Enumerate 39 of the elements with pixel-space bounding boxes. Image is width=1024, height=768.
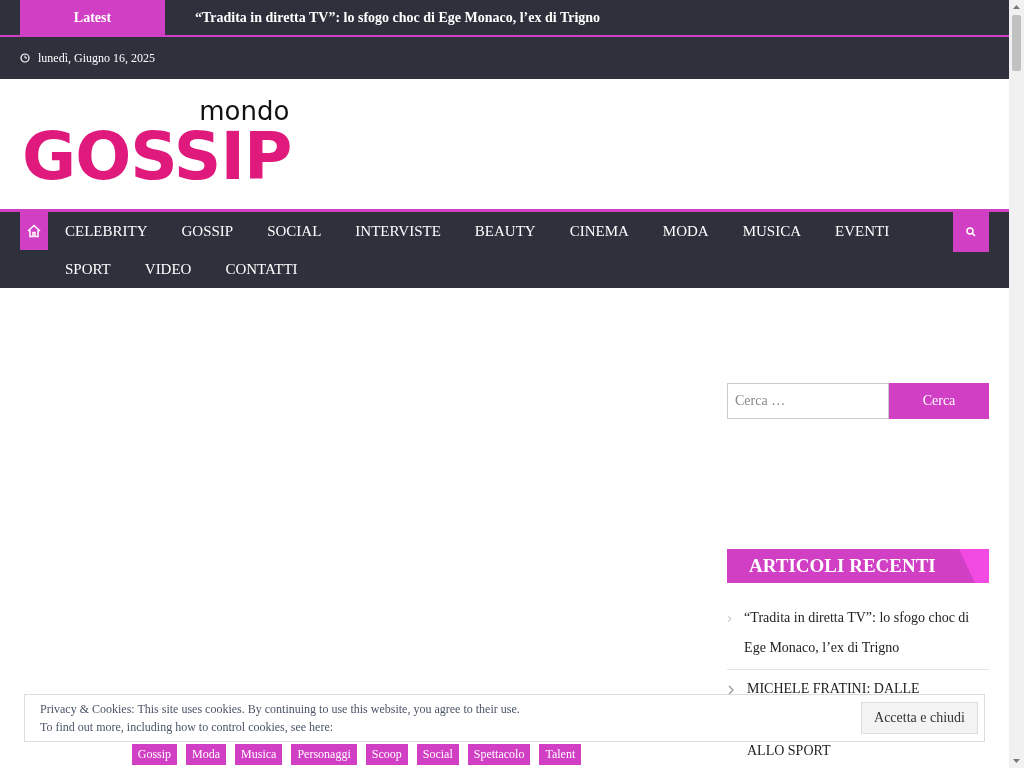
nav-link[interactable]: INTERVISTE [355, 212, 441, 250]
search-icon [966, 227, 976, 237]
scrollbar[interactable] [1009, 0, 1024, 768]
article-link[interactable]: ALLO SPORT [747, 740, 831, 762]
search-button[interactable] [953, 212, 989, 252]
nav-link[interactable]: CONTATTI [225, 250, 298, 288]
nav-link[interactable]: CINEMA [569, 212, 629, 250]
search-field[interactable]: Cerca … [727, 383, 889, 419]
tag-link[interactable]: Gossip [131, 744, 178, 765]
article-link[interactable]: “Tradita in diretta TV”: lo sfogo choc di Ege Monaco, l’ex di Trigno [744, 603, 989, 663]
home-button[interactable] [20, 212, 48, 250]
cookie-notice: Privacy & Cookies: This site uses cookies. By continuing to use this website, you agree to their use. [40, 701, 520, 718]
tag-link[interactable]: Social [416, 744, 459, 765]
nav-link[interactable]: GOSSIP [181, 212, 234, 250]
tag-link[interactable]: Moda [186, 744, 227, 765]
nav-link[interactable]: EVENTI [835, 212, 890, 250]
nav-link[interactable]: SPORT [65, 250, 111, 288]
nav-link[interactable]: MODA [662, 212, 709, 250]
nav-link[interactable]: MUSICA [742, 212, 801, 250]
section-heading: ARTICOLI RECENTI [749, 555, 936, 577]
clock-icon [20, 53, 30, 63]
tag-link[interactable]: Spettacolo [467, 744, 531, 765]
site-logo[interactable]: mondo GOSSIP [22, 98, 292, 190]
cookie-notice: To find out more, including how to control cookies, see here: [40, 719, 335, 736]
current-date: lunedì, Giugno 16, 2025 [38, 50, 155, 66]
home-icon [27, 224, 41, 238]
ticker-headline[interactable]: “Tradita in diretta TV”: lo sfogo choc di Ege Monaco, l’ex di Trigno [195, 0, 601, 35]
tag-link[interactable]: Talent [539, 744, 582, 765]
tag-link[interactable]: Musica [235, 744, 283, 765]
tag-link[interactable]: Personaggi [291, 744, 357, 765]
latest-label: Latest [20, 0, 165, 35]
nav-link[interactable]: SOCIAL [267, 212, 322, 250]
nav-link[interactable]: CELEBRITY [65, 212, 148, 250]
accept-button[interactable]: Accetta e chiudi [861, 702, 978, 734]
chevron-icon [727, 614, 733, 624]
search-submit-button[interactable]: Cerca [889, 383, 989, 419]
nav-link[interactable]: VIDEO [144, 250, 192, 288]
tag-link[interactable]: Scoop [365, 744, 408, 765]
nav-link[interactable]: BEAUTY [474, 212, 536, 250]
